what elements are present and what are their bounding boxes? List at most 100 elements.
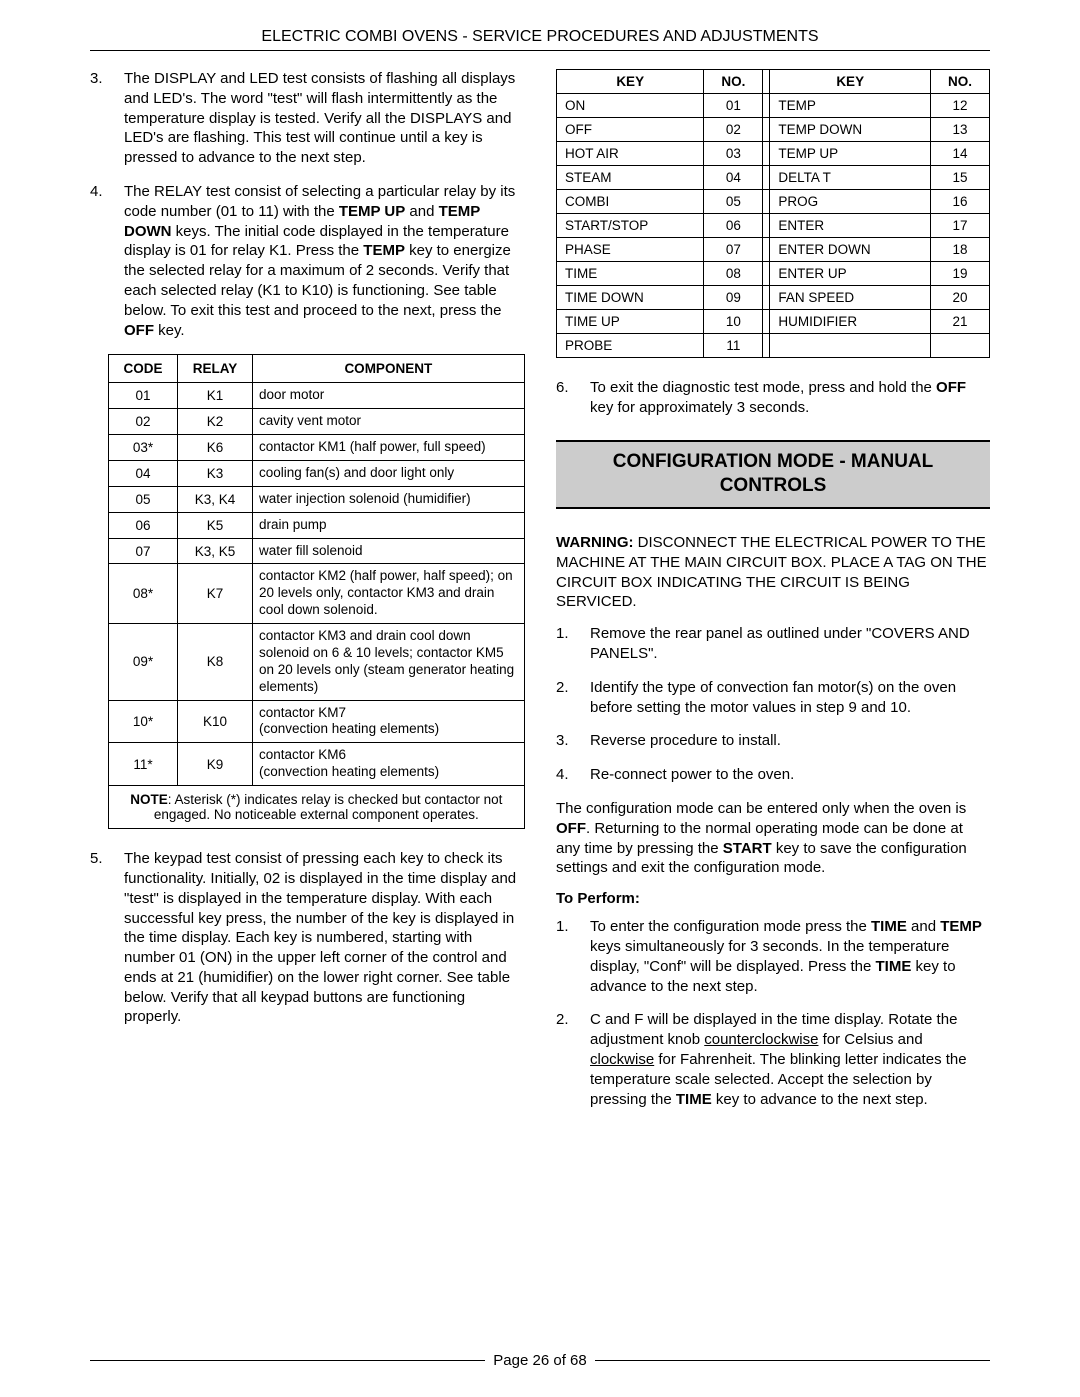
cell-no: 03	[704, 142, 763, 166]
col-key: KEY	[557, 70, 704, 94]
cell-component: water injection solenoid (humidifier)	[253, 486, 525, 512]
table-row: TIME UP10 HUMIDIFIER21	[557, 310, 990, 334]
cell-no: 20	[931, 286, 990, 310]
cell-key: HUMIDIFIER	[770, 310, 931, 334]
cell-no: 02	[704, 118, 763, 142]
cell-relay: K2	[178, 409, 253, 435]
table-row: TIME DOWN09FAN SPEED20	[557, 286, 990, 310]
cell-no: 21	[931, 310, 990, 334]
bold-text: TEMP	[940, 918, 982, 935]
table-row: PROBE11	[557, 334, 990, 358]
cell-component: contactor KM1 (half power, full speed)	[253, 435, 525, 461]
text-part: key for approximately 3 seconds.	[590, 399, 809, 416]
cell-no: 15	[931, 166, 990, 190]
cell-gap	[763, 286, 770, 310]
cell-relay: K3, K5	[178, 538, 253, 564]
step-number: 3.	[556, 731, 590, 751]
step-text: The DISPLAY and LED test consists of fla…	[124, 69, 524, 168]
cell-component: contactor KM3 and drain cool down soleno…	[253, 624, 525, 701]
step-text: Remove the rear panel as outlined under …	[590, 624, 990, 664]
page-total: 68	[566, 1352, 587, 1369]
table-row: 06K5drain pump	[109, 512, 525, 538]
table-row: 08*K7contactor KM2 (half power, half spe…	[109, 564, 525, 624]
bold-text: TIME	[676, 1091, 712, 1108]
cell-key: TIME UP	[557, 310, 704, 334]
cell-component: contactor KM2 (half power, half speed); …	[253, 564, 525, 624]
bold-text: OFF	[556, 820, 586, 837]
cell-key: PHASE	[557, 238, 704, 262]
cell-gap	[763, 238, 770, 262]
step-text: The RELAY test consist of selecting a pa…	[124, 182, 524, 340]
col-key: KEY	[770, 70, 931, 94]
col-no: NO.	[704, 70, 763, 94]
cell-no: 05	[704, 190, 763, 214]
cell-key: ENTER DOWN	[770, 238, 931, 262]
cell-key: PROG	[770, 190, 931, 214]
bold-text: OFF	[936, 379, 966, 396]
step-number: 3.	[90, 69, 124, 168]
cell-no: 10	[704, 310, 763, 334]
footer-rule	[595, 1360, 990, 1361]
text-part: key to advance to the next step.	[712, 1091, 928, 1108]
cell-code: 04	[109, 460, 178, 486]
cell-gap	[763, 190, 770, 214]
cell-no: 01	[704, 94, 763, 118]
table-row: 10*K10contactor KM7 (convection heating …	[109, 700, 525, 743]
cell-code: 08*	[109, 564, 178, 624]
cell-component: cooling fan(s) and door light only	[253, 460, 525, 486]
table-row: START/STOP06ENTER17	[557, 214, 990, 238]
step-text: C and F will be displayed in the time di…	[590, 1010, 990, 1109]
footer-rule	[90, 1360, 485, 1361]
cell-relay: K5	[178, 512, 253, 538]
step-text: To enter the configuration mode press th…	[590, 917, 990, 996]
cell-key: COMBI	[557, 190, 704, 214]
cell-no: 11	[704, 334, 763, 358]
cell-no: 14	[931, 142, 990, 166]
cell-key: STEAM	[557, 166, 704, 190]
cfg-step-1: 1. Remove the rear panel as outlined und…	[556, 624, 990, 664]
warning-label: WARNING:	[556, 534, 634, 551]
cell-code: 09*	[109, 624, 178, 701]
cell-key: PROBE	[557, 334, 704, 358]
cell-gap	[763, 334, 770, 358]
cfg-step-3: 3. Reverse procedure to install.	[556, 731, 990, 751]
cell-key: OFF	[557, 118, 704, 142]
cell-key: ENTER UP	[770, 262, 931, 286]
text-part: key.	[154, 322, 185, 339]
cell-code: 07	[109, 538, 178, 564]
table-row: PHASE07ENTER DOWN18	[557, 238, 990, 262]
table-row: 11*K9contactor KM6 (convection heating e…	[109, 743, 525, 786]
cell-code: 10*	[109, 700, 178, 743]
table-row: 09*K8contactor KM3 and drain cool down s…	[109, 624, 525, 701]
note-text: : Asterisk (*) indicates relay is checke…	[154, 792, 503, 822]
cell-key: HOT AIR	[557, 142, 704, 166]
cell-component: cavity vent motor	[253, 409, 525, 435]
step-number: 6.	[556, 378, 590, 418]
bold-text: TIME	[876, 958, 912, 975]
table-row: 01K1door motor	[109, 383, 525, 409]
cell-gap	[763, 118, 770, 142]
table-row: TIME08ENTER UP19	[557, 262, 990, 286]
cell-no: 16	[931, 190, 990, 214]
step-text: The keypad test consist of pressing each…	[124, 849, 524, 1027]
right-column: KEY NO. KEY NO. ON01TEMP12OFF02TEMP DOWN…	[556, 69, 990, 1123]
step-text: Re-connect power to the oven.	[590, 765, 990, 785]
col-component: COMPONENT	[253, 355, 525, 383]
to-perform-heading: To Perform:	[556, 890, 990, 907]
cell-code: 02	[109, 409, 178, 435]
table-row: COMBI05 PROG16	[557, 190, 990, 214]
cell-component: contactor KM7 (convection heating elemen…	[253, 700, 525, 743]
cell-component: door motor	[253, 383, 525, 409]
text-part: To exit the diagnostic test mode, press …	[590, 379, 936, 396]
col-relay: RELAY	[178, 355, 253, 383]
header-rule	[90, 50, 990, 51]
step-number: 5.	[90, 849, 124, 1027]
left-column: 3. The DISPLAY and LED test consists of …	[90, 69, 524, 1123]
step-4: 4. The RELAY test consist of selecting a…	[90, 182, 524, 340]
perform-step-1: 1. To enter the configuration mode press…	[556, 917, 990, 996]
cell-no: 18	[931, 238, 990, 262]
step-number: 4.	[90, 182, 124, 340]
cell-code: 01	[109, 383, 178, 409]
text-part: To enter the configuration mode press th…	[590, 918, 871, 935]
cell-code: 03*	[109, 435, 178, 461]
